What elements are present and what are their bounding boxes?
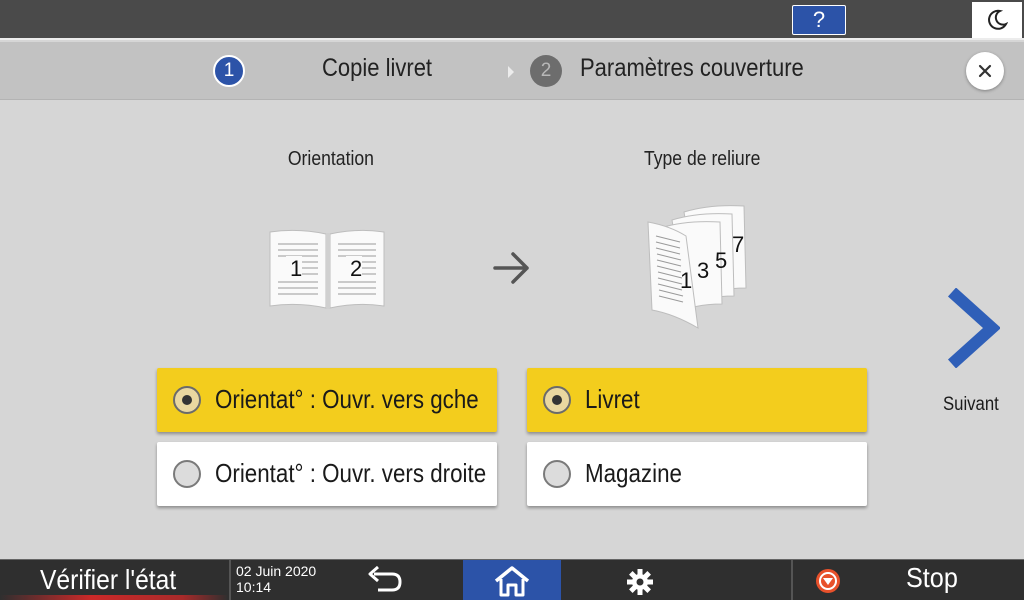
energy-saver-button[interactable] [972, 2, 1022, 38]
radio-selected [173, 386, 201, 414]
radio-selected [543, 386, 571, 414]
step-bar: 1 Copie livret 2 Paramètres couverture [0, 42, 1024, 100]
home-icon [494, 566, 530, 597]
status-alert-glow [0, 595, 228, 600]
moon-icon [988, 9, 1008, 30]
binding-booklet-option[interactable]: Livret [527, 368, 867, 432]
close-button[interactable] [966, 52, 1004, 90]
binding-magazine-option[interactable]: Magazine [527, 442, 867, 506]
check-status-button[interactable]: Vérifier l'état [0, 560, 228, 600]
stop-button[interactable]: Stop [906, 562, 958, 594]
close-icon [978, 64, 992, 78]
orientation-title: Orientation [287, 148, 374, 170]
orientation-left-option[interactable]: Orientat° : Ouvr. vers gche [157, 368, 497, 432]
booklet-page-3: 3 [697, 258, 709, 283]
booklet-page-1: 1 [680, 268, 692, 293]
orientation-right-label: Orientat° : Ouvr. vers droite [215, 458, 487, 488]
divider [791, 560, 793, 600]
divider [229, 560, 231, 600]
step-1-number: 1 [213, 55, 245, 87]
radio-unselected [173, 460, 201, 488]
time-text: 10:14 [236, 579, 272, 595]
bottom-bar: Vérifier l'état 02 Juin 2020 10:14 Stop [0, 559, 1024, 600]
home-button[interactable] [463, 560, 561, 600]
step-1-label[interactable]: Copie livret [322, 54, 432, 83]
stop-icon[interactable] [815, 568, 841, 594]
booklet-page-7: 7 [732, 232, 744, 257]
date-time: 02 Juin 2020 10:14 [236, 563, 316, 595]
book-page-right: 2 [350, 256, 362, 281]
orientation-right-option[interactable]: Orientat° : Ouvr. vers droite [157, 442, 497, 506]
step-2-number: 2 [530, 55, 562, 87]
radio-unselected [543, 460, 571, 488]
book-page-left: 1 [290, 256, 302, 281]
gear-icon[interactable] [626, 568, 654, 596]
booklet-page-5: 5 [715, 248, 727, 273]
next-label[interactable]: Suivant [943, 394, 999, 416]
arrow-right-icon [493, 252, 529, 284]
help-button[interactable]: ? [792, 5, 846, 35]
booklet-illustration: 1 3 5 7 [647, 205, 747, 329]
open-book-illustration: 1 2 [269, 229, 385, 309]
check-status-label: Vérifier l'état [40, 564, 177, 595]
orientation-left-label: Orientat° : Ouvr. vers gche [215, 384, 479, 414]
top-bar: ? [0, 0, 1024, 40]
binding-type-title: Type de reliure [643, 148, 761, 170]
binding-magazine-label: Magazine [585, 458, 682, 488]
step-2-label[interactable]: Paramètres couverture [580, 54, 804, 83]
binding-booklet-label: Livret [585, 384, 640, 414]
step-separator [508, 66, 514, 78]
back-icon[interactable] [364, 566, 404, 596]
date-text: 02 Juin 2020 [236, 563, 317, 579]
chevron-right-icon[interactable] [944, 288, 1000, 368]
